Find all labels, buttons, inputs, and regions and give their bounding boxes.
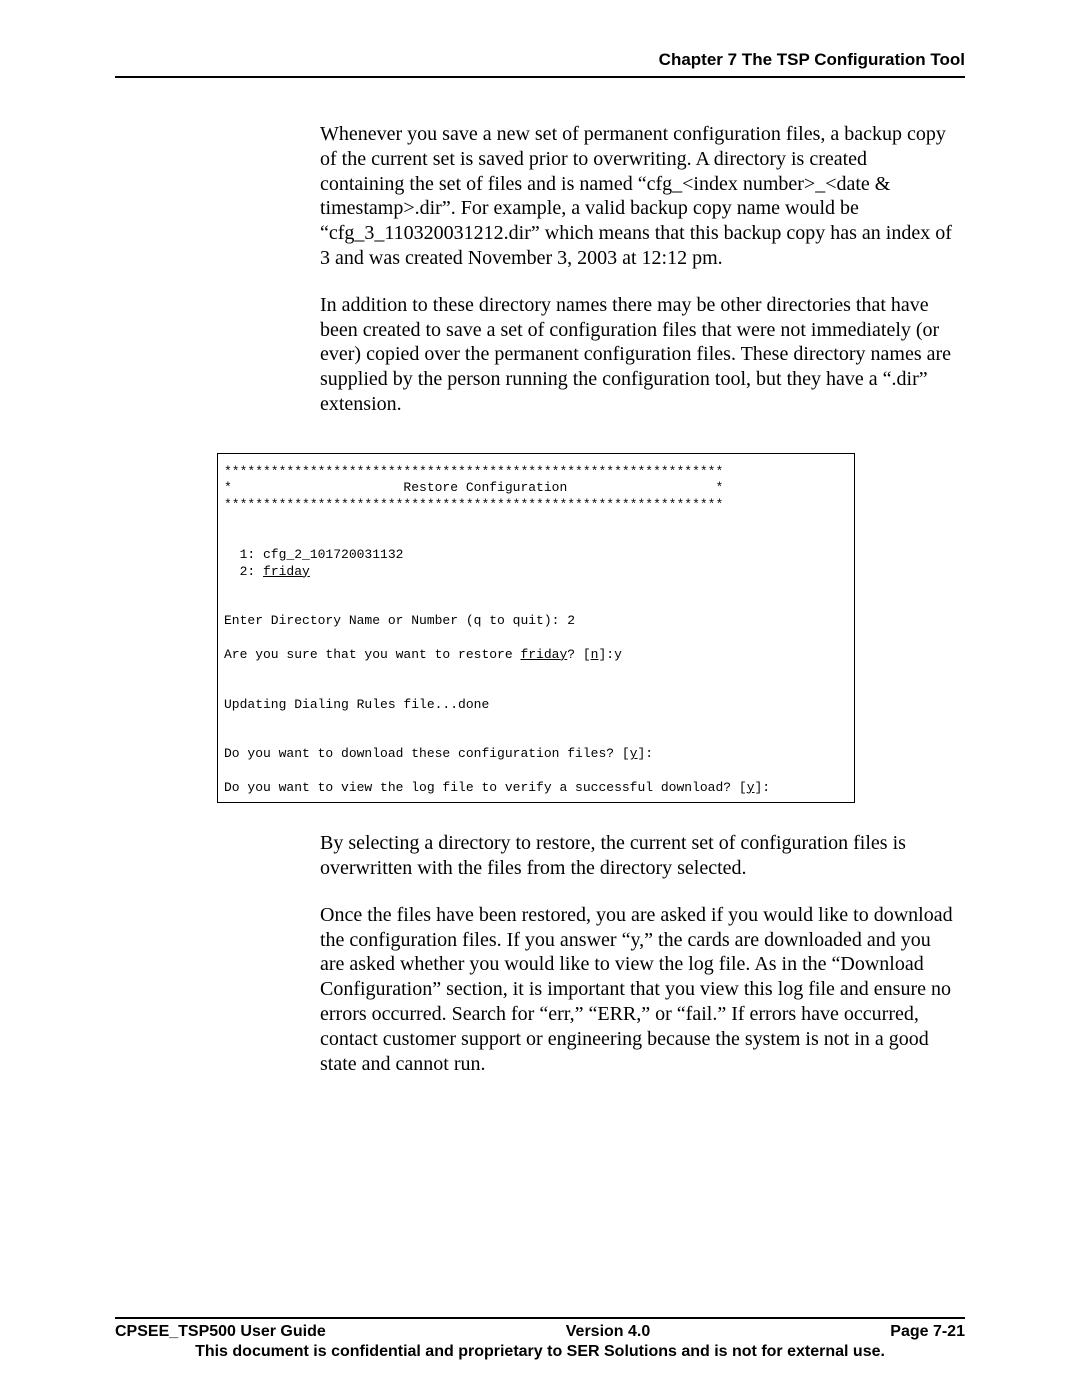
terminal-blank [218,597,854,614]
document-page: Chapter 7 The TSP Configuration Tool Whe… [0,0,1080,1397]
terminal-blank [218,713,854,730]
paragraph-1: Whenever you save a new set of permanent… [320,122,955,271]
terminal-blank [218,530,854,547]
terminal-blank [218,730,854,747]
terminal-blank [218,514,854,531]
footer-center: Version 4.0 [566,1323,651,1341]
footer-right: Page 7-21 [890,1323,965,1341]
terminal-confirm: Are you sure that you want to restore fr… [218,647,854,664]
body-text-block-1: Whenever you save a new set of permanent… [320,122,955,417]
terminal-prompt-dir: Enter Directory Name or Number (q to qui… [218,613,854,630]
terminal-blank [218,763,854,780]
footer-note: This document is confidential and propri… [115,1343,965,1361]
terminal-item-2-prefix: 2: [224,564,263,579]
terminal-blank [218,630,854,647]
terminal-blank [218,663,854,680]
page-footer: CPSEE_TSP500 User Guide Version 4.0 Page… [115,1317,965,1361]
terminal-item-1: 1: cfg_2_101720031132 [218,547,854,564]
terminal-output: ****************************************… [217,453,855,804]
terminal-line: ****************************************… [218,497,854,514]
terminal-line: ****************************************… [218,464,854,481]
terminal-item-2-name: friday [263,564,310,579]
terminal-view-q: Do you want to view the log file to veri… [218,780,854,797]
paragraph-4: Once the files have been restored, you a… [320,903,955,1077]
terminal-download-q: Do you want to download these configurat… [218,746,854,763]
terminal-blank [218,580,854,597]
terminal-item-2: 2: friday [218,564,854,581]
chapter-title: Chapter 7 The TSP Configuration Tool [659,50,965,69]
footer-row: CPSEE_TSP500 User Guide Version 4.0 Page… [115,1323,965,1341]
body-text-block-2: By selecting a directory to restore, the… [320,831,955,1076]
page-header: Chapter 7 The TSP Configuration Tool [115,50,965,78]
terminal-blank [218,680,854,697]
paragraph-2: In addition to these directory names the… [320,293,955,417]
paragraph-3: By selecting a directory to restore, the… [320,831,955,881]
footer-rule [115,1317,965,1319]
terminal-title: * Restore Configuration * [218,480,854,497]
terminal-updating: Updating Dialing Rules file...done [218,697,854,714]
footer-left: CPSEE_TSP500 User Guide [115,1323,326,1341]
